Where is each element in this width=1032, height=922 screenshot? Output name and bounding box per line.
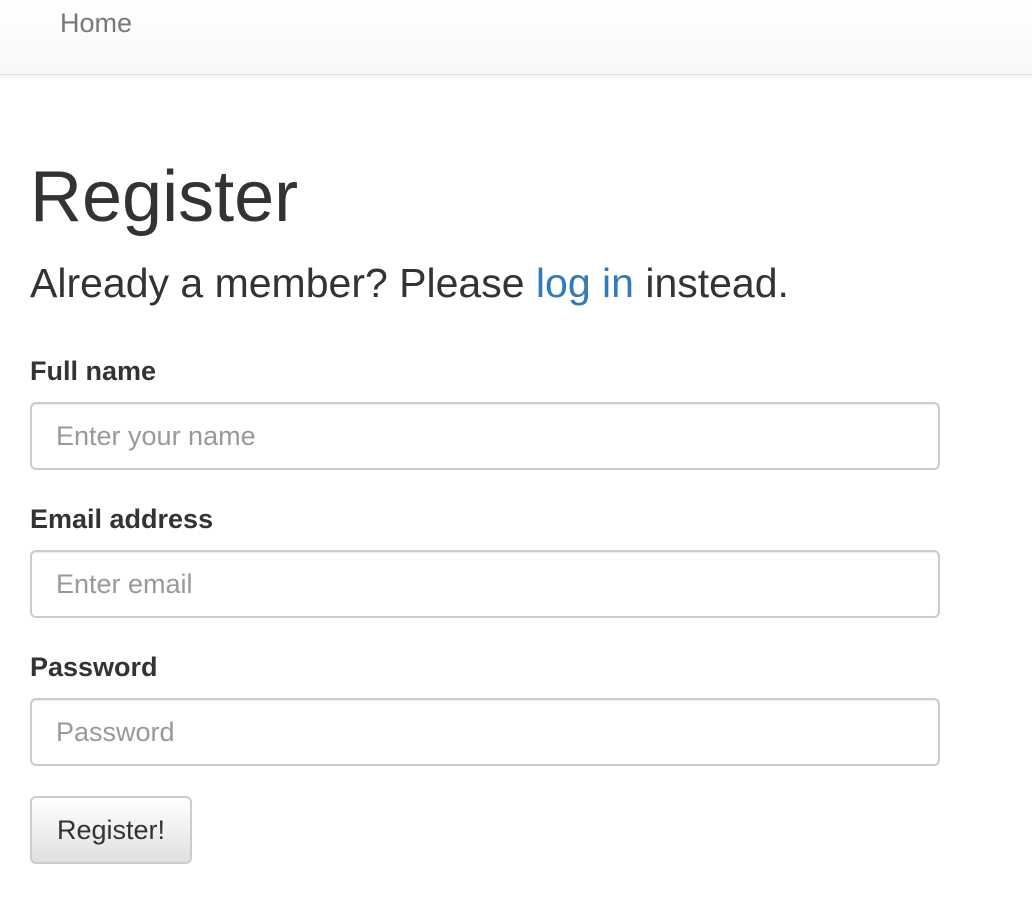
register-button[interactable]: Register! [30,796,192,864]
full-name-input[interactable] [30,402,940,470]
email-label: Email address [30,504,214,534]
page-title: Register [30,157,299,237]
login-prompt-suffix: instead. [633,260,789,306]
email-input[interactable] [30,550,940,618]
top-navbar: Home [0,0,1032,75]
login-link[interactable]: log in [536,260,634,306]
password-label: Password [30,652,158,682]
nav-home-link[interactable]: Home [60,8,132,39]
password-input[interactable] [30,698,940,766]
login-prompt: Already a member? Please log in instead. [30,260,789,307]
login-prompt-prefix: Already a member? Please [30,260,536,306]
full-name-label: Full name [30,356,157,386]
